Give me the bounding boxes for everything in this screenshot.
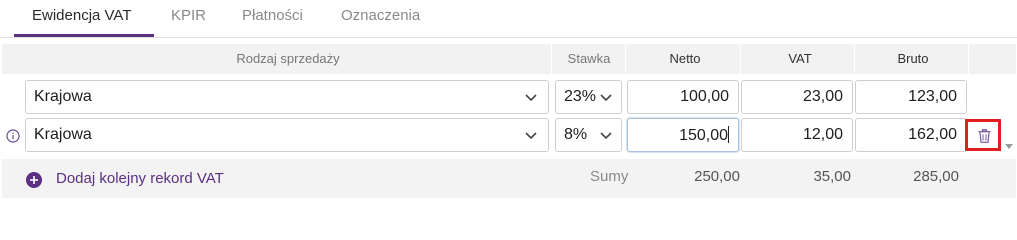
netto-value: 150,00 bbox=[679, 127, 728, 144]
tab-platnosci[interactable]: Płatności bbox=[242, 7, 303, 24]
sums-label: Sumy bbox=[590, 168, 629, 185]
sum-vat: 35,00 bbox=[813, 168, 851, 185]
netto-input[interactable]: 100,00 bbox=[627, 80, 739, 114]
vat-input[interactable]: 12,00 bbox=[741, 118, 853, 152]
active-tab-indicator bbox=[14, 34, 154, 37]
sum-netto: 250,00 bbox=[694, 168, 740, 185]
header-stawka: Stawka bbox=[567, 51, 611, 66]
tab-oznaczenia[interactable]: Oznaczenia bbox=[341, 7, 420, 24]
header-brutto: Bruto bbox=[897, 51, 929, 66]
header-netto: Netto bbox=[669, 51, 701, 66]
stawka-value: 8% bbox=[564, 126, 588, 143]
header-separator bbox=[551, 44, 552, 74]
rodzaj-sprzedazy-value: Krajowa bbox=[34, 88, 92, 105]
text-caret bbox=[728, 126, 729, 143]
tabs-divider bbox=[0, 37, 1017, 38]
header-vat: VAT bbox=[788, 51, 812, 66]
vat-value: 12,00 bbox=[802, 126, 843, 143]
stawka-value: 23% bbox=[564, 88, 597, 105]
chevron-down-icon bbox=[600, 94, 612, 102]
vat-value: 23,00 bbox=[802, 88, 843, 105]
chevron-down-icon bbox=[525, 132, 537, 140]
stawka-select[interactable]: 23% bbox=[555, 80, 622, 114]
rodzaj-sprzedazy-select[interactable]: Krajowa bbox=[25, 118, 549, 152]
add-vat-record-link[interactable]: Dodaj kolejny rekord VAT bbox=[56, 170, 224, 187]
vat-input[interactable]: 23,00 bbox=[741, 80, 853, 114]
stawka-select[interactable]: 8% bbox=[555, 118, 622, 152]
info-icon[interactable] bbox=[6, 129, 20, 143]
netto-value: 100,00 bbox=[680, 88, 729, 105]
header-separator bbox=[740, 44, 741, 74]
rodzaj-sprzedazy-select[interactable]: Krajowa bbox=[25, 80, 549, 114]
netto-input[interactable]: 150,00 bbox=[627, 118, 739, 152]
tab-kpir[interactable]: KPIR bbox=[171, 7, 206, 24]
delete-row-button[interactable] bbox=[965, 119, 1001, 151]
scroll-down-arrow-icon[interactable] bbox=[1004, 143, 1014, 151]
chevron-down-icon bbox=[600, 132, 612, 140]
tab-ewidencja-vat[interactable]: Ewidencja VAT bbox=[32, 7, 132, 24]
brutto-value: 162,00 bbox=[908, 126, 957, 143]
header-separator bbox=[625, 44, 626, 74]
chevron-down-icon bbox=[525, 94, 537, 102]
plus-circle-icon[interactable] bbox=[26, 172, 42, 188]
brutto-input[interactable]: 162,00 bbox=[855, 118, 967, 152]
brutto-input[interactable]: 123,00 bbox=[855, 80, 967, 114]
trash-icon bbox=[978, 129, 991, 143]
header-separator bbox=[968, 44, 969, 74]
brutto-value: 123,00 bbox=[908, 88, 957, 105]
rodzaj-sprzedazy-value: Krajowa bbox=[34, 126, 92, 143]
header-rodzaj-sprzedazy: Rodzaj sprzedaży bbox=[236, 51, 340, 66]
sum-brutto: 285,00 bbox=[913, 168, 959, 185]
